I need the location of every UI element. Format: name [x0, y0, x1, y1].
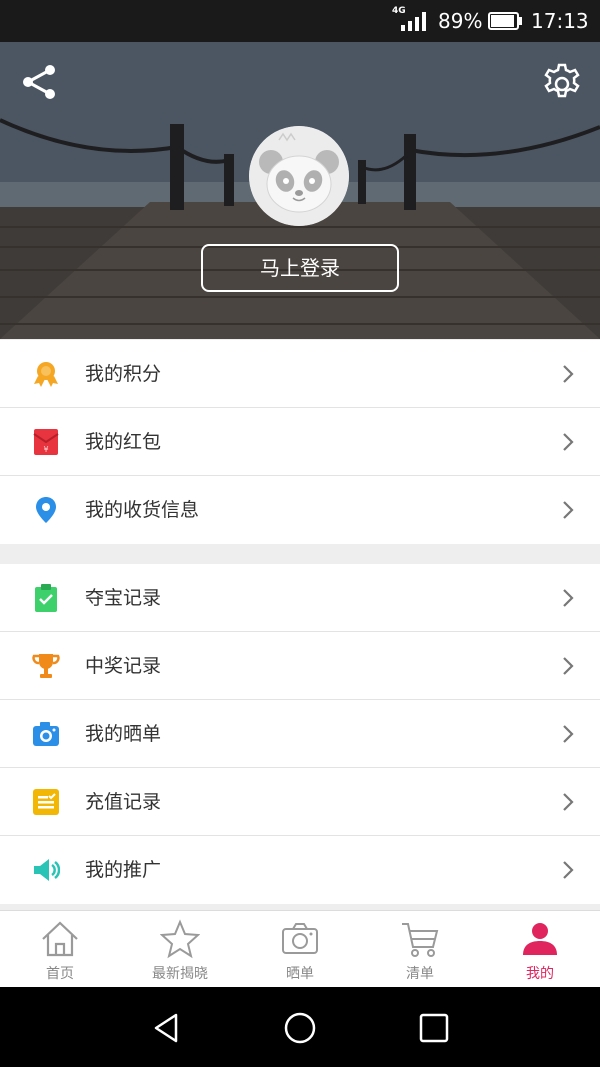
- chevron-right-icon: [563, 657, 574, 675]
- login-button[interactable]: 马上登录: [201, 244, 399, 292]
- chevron-right-icon: [563, 725, 574, 743]
- menu-item-shipping-info[interactable]: 我的收货信息: [0, 476, 600, 544]
- tab-label: 晒单: [286, 966, 314, 982]
- list-note-icon: [33, 789, 59, 815]
- chevron-right-icon: [563, 365, 574, 383]
- red-envelope-icon: ¥: [33, 429, 59, 455]
- tab-home[interactable]: 首页: [0, 911, 120, 988]
- home-circle-icon[interactable]: [283, 1011, 317, 1045]
- back-icon[interactable]: [150, 1011, 184, 1045]
- chevron-right-icon: [563, 793, 574, 811]
- signal-icon: [401, 12, 426, 31]
- tab-shares[interactable]: 晒单: [240, 911, 360, 988]
- menu-item-label: 充值记录: [85, 791, 162, 813]
- settings-gear-icon[interactable]: [540, 62, 584, 106]
- tab-list[interactable]: 清单: [360, 911, 480, 988]
- camera-icon: [33, 722, 59, 746]
- svg-text:¥: ¥: [43, 445, 48, 454]
- tab-latest-results[interactable]: 最新揭晓: [120, 911, 240, 988]
- system-navigation-bar: [0, 987, 600, 1067]
- bottom-tab-bar: 首页 最新揭晓 晒单 清单 我的: [0, 910, 600, 987]
- star-icon: [160, 919, 200, 959]
- status-bar: 4G 89% 17:13: [0, 0, 600, 42]
- panda-avatar-icon: [249, 126, 349, 226]
- battery-icon: [488, 12, 522, 30]
- home-icon: [42, 921, 78, 957]
- menu-item-points[interactable]: 我的积分: [0, 340, 600, 408]
- user-icon: [523, 923, 557, 955]
- profile-header: 马上登录: [0, 42, 600, 339]
- clipboard-check-icon: [35, 584, 57, 612]
- menu-item-label: 我的积分: [85, 363, 162, 385]
- medal-icon: [34, 362, 58, 387]
- menu-item-my-promotion[interactable]: 我的推广: [0, 836, 600, 904]
- tab-label: 我的: [526, 966, 554, 982]
- menu-item-label: 中奖记录: [85, 655, 162, 677]
- menu-item-winning-records[interactable]: 中奖记录: [0, 632, 600, 700]
- menu-item-label: 我的推广: [85, 859, 162, 881]
- location-pin-icon: [36, 497, 56, 523]
- tab-mine[interactable]: 我的: [480, 911, 600, 988]
- chevron-right-icon: [563, 433, 574, 451]
- trophy-icon: [32, 654, 60, 678]
- tab-label: 最新揭晓: [152, 966, 208, 982]
- menu-group-records: 夺宝记录 中奖记录 我的晒单 充值记录 我的推广: [0, 564, 600, 904]
- menu-group-account: 我的积分 ¥ 我的红包 我的收货信息: [0, 340, 600, 544]
- menu-item-label: 我的收货信息: [85, 499, 200, 521]
- tab-label: 首页: [46, 966, 74, 982]
- chevron-right-icon: [563, 501, 574, 519]
- speaker-icon: [34, 859, 60, 881]
- chevron-right-icon: [563, 589, 574, 607]
- menu-item-recharge-records[interactable]: 充值记录: [0, 768, 600, 836]
- chevron-right-icon: [563, 861, 574, 879]
- tab-label: 清单: [406, 966, 434, 982]
- menu-item-treasure-records[interactable]: 夺宝记录: [0, 564, 600, 632]
- share-icon[interactable]: [20, 62, 60, 102]
- menu-item-label: 我的晒单: [85, 723, 162, 745]
- battery-percentage: 89%: [438, 9, 483, 33]
- menu-item-red-envelope[interactable]: ¥ 我的红包: [0, 408, 600, 476]
- menu-item-label: 夺宝记录: [85, 587, 162, 609]
- avatar[interactable]: [249, 126, 349, 226]
- camera-icon: [282, 923, 318, 954]
- recent-apps-icon[interactable]: [417, 1011, 451, 1045]
- menu-item-my-shares[interactable]: 我的晒单: [0, 700, 600, 768]
- cart-icon: [402, 923, 439, 957]
- clock: 17:13: [531, 9, 589, 33]
- menu-item-label: 我的红包: [85, 431, 162, 453]
